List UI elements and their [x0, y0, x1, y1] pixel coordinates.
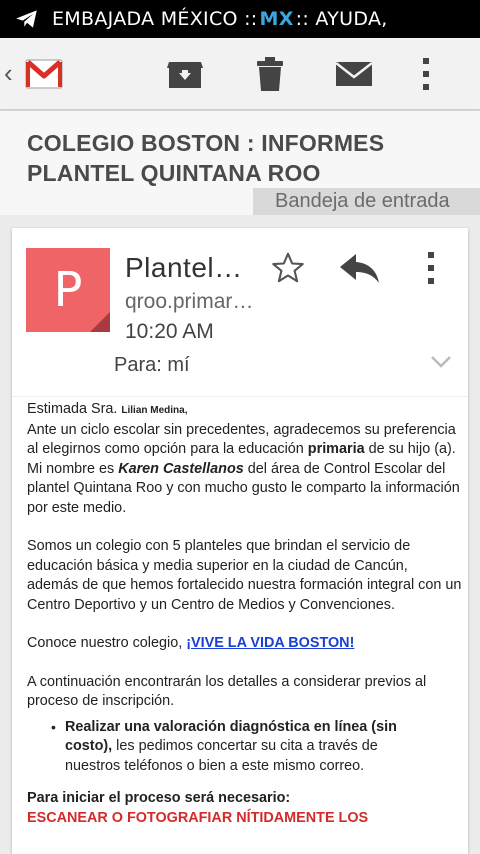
paragraph-7-cut: ESCANEAR O FOTOGRAFIAR NÍTIDAMENTE LOS — [27, 809, 369, 826]
paragraph-6: Para iniciar el proceso será necesario: — [27, 790, 291, 806]
greeting: Estimada Sra. — [27, 401, 118, 417]
recipients: Para: mí — [114, 354, 190, 376]
bullet-text: Realizar una valoración diagnóstica en l… — [65, 718, 415, 777]
telegram-icon — [16, 10, 37, 28]
mark-unread-icon[interactable] — [334, 56, 374, 92]
divider — [12, 396, 468, 397]
bullet-rest: les pedimos concertar su cita a través d… — [65, 738, 378, 774]
message-time: 10:20 AM — [125, 320, 214, 343]
bullet-dot: • — [51, 718, 56, 735]
inbox-label[interactable]: Bandeja de entrada — [253, 188, 480, 215]
message-body: Estimada Sra. Lilian Medina, Ante un cic… — [27, 400, 462, 828]
message-overflow-icon[interactable] — [423, 250, 439, 286]
notification-text: EMBAJADA MÉXICO :: MX:: AYUDA, — [52, 8, 388, 30]
paragraph-3: Somos un colegio con 5 planteles que bri… — [27, 538, 462, 613]
gmail-logo[interactable] — [22, 50, 66, 96]
paragraph-2: Mi nombre es Karen Castellanos del área … — [27, 460, 462, 519]
notification-mx: MX — [259, 8, 294, 30]
p4-text: Conoce nuestro colegio, — [27, 635, 183, 651]
paragraph-1: Ante un ciclo escolar sin precedentes, a… — [27, 421, 462, 460]
sender-avatar[interactable]: P — [26, 248, 110, 332]
reply-icon[interactable] — [338, 250, 382, 286]
paragraph-5: A continuación encontrarán los detalles … — [27, 673, 427, 710]
overflow-menu-icon[interactable] — [418, 56, 434, 92]
p2-name: Karen Castellanos — [118, 460, 244, 477]
sender-address: qroo.primar… — [125, 290, 254, 313]
notification-pre: EMBAJADA MÉXICO :: — [52, 8, 258, 30]
action-bar: ‹ — [0, 38, 480, 110]
vive-boston-link[interactable]: ¡VIVE LA VIDA BOSTON! — [186, 635, 354, 651]
p1-bold: primaria — [307, 441, 365, 457]
p1-text-end: de su hijo (a). — [368, 441, 456, 457]
sender-name[interactable]: Plantel… — [125, 252, 243, 284]
status-bar: EMBAJADA MÉXICO :: MX:: AYUDA, — [0, 0, 480, 38]
email-subject: COLEGIO BOSTON : INFORMES PLANTEL QUINTA… — [27, 130, 385, 186]
archive-icon[interactable] — [165, 56, 205, 92]
paragraph-4: Conoce nuestro colegio, ¡VIVE LA VIDA BO… — [27, 634, 462, 654]
notification-post: :: AYUDA, — [295, 8, 388, 30]
message-card: P Plantel… qroo.primar… 10:20 AM Para: m… — [12, 228, 468, 854]
list-item: • Realizar una valoración diagnóstica en… — [51, 718, 462, 777]
chevron-down-icon[interactable] — [430, 354, 452, 370]
greeting-name: Lilian Medina, — [121, 405, 188, 416]
trash-icon[interactable] — [250, 56, 290, 92]
star-icon[interactable] — [270, 250, 306, 286]
greeting-line: Estimada Sra. Lilian Medina, — [27, 400, 462, 421]
avatar-fold — [90, 312, 110, 332]
back-chevron-icon[interactable]: ‹ — [4, 60, 13, 86]
avatar-letter: P — [53, 262, 83, 318]
p2-text: Mi nombre es — [27, 460, 115, 477]
